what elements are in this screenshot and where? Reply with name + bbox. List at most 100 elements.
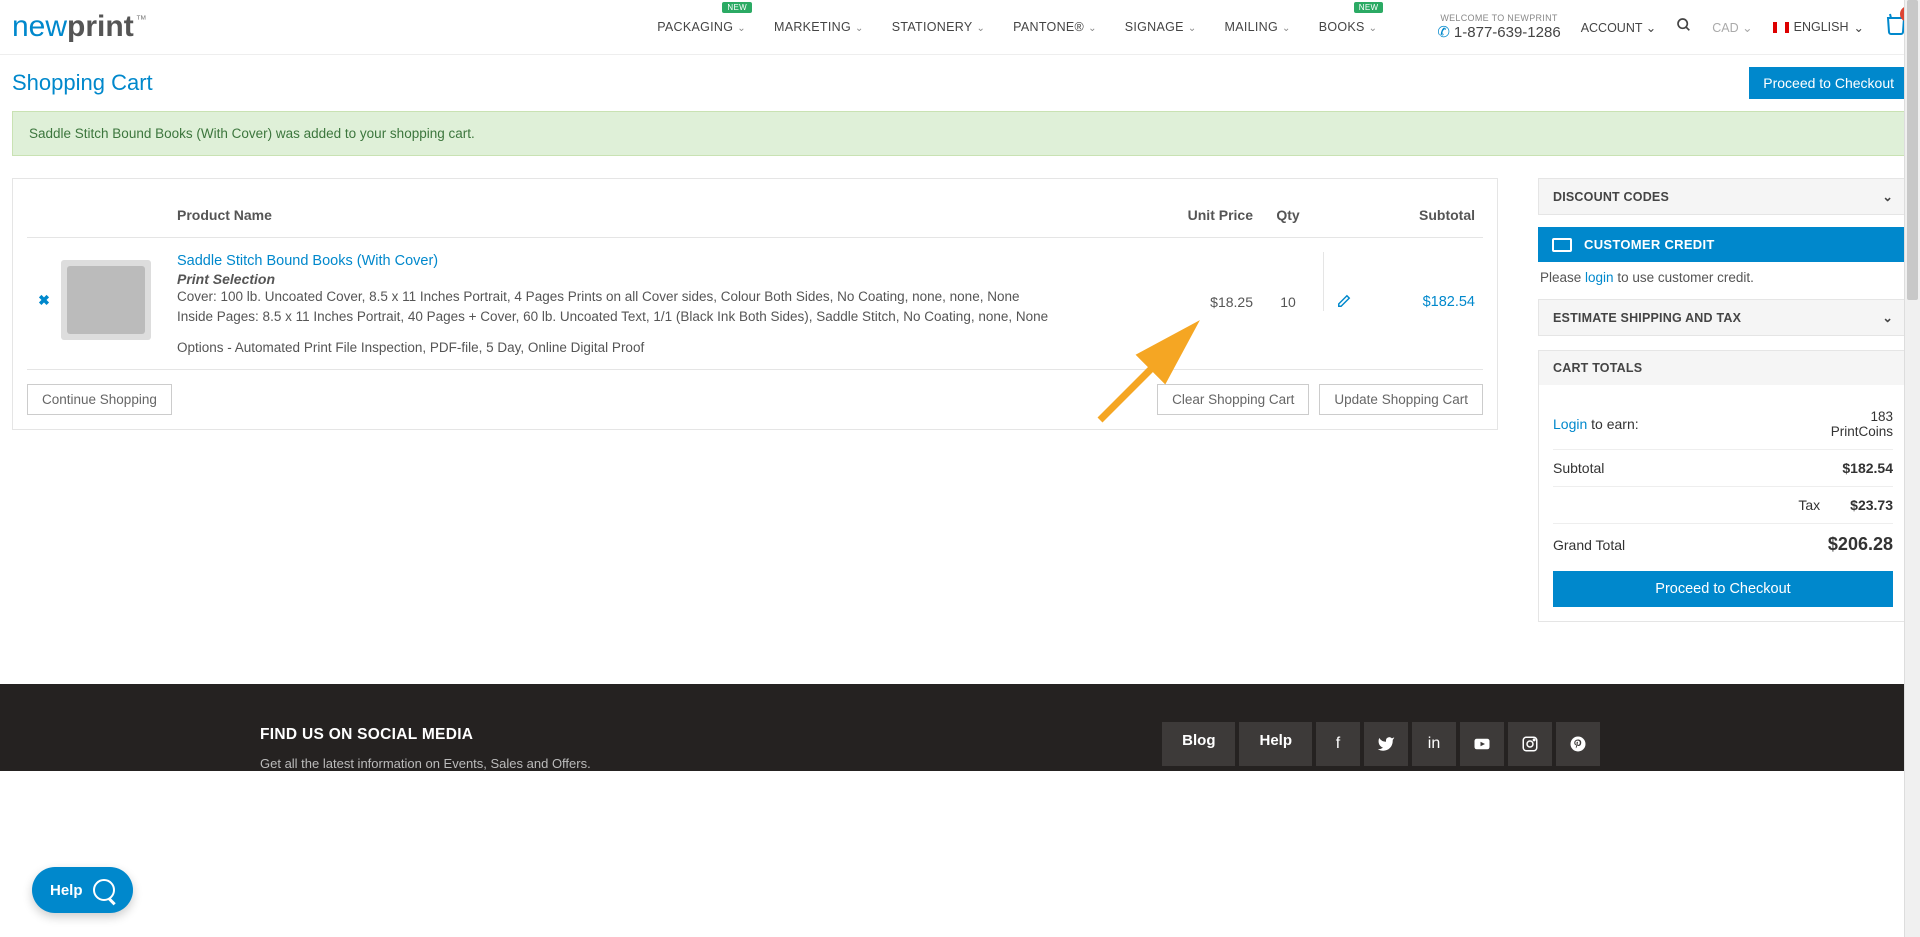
logo-new: new [12, 10, 67, 44]
chevron-down-icon: ⌄ [1088, 23, 1097, 34]
product-link[interactable]: Saddle Stitch Bound Books (With Cover) [177, 253, 438, 269]
linkedin-icon[interactable]: in [1412, 722, 1456, 766]
chevron-down-icon: ⌄ [1188, 23, 1197, 34]
chevron-down-icon: ⌄ [1882, 310, 1893, 325]
nav-mailing[interactable]: MAILING⌄ [1225, 20, 1291, 34]
proceed-checkout-side-button[interactable]: Proceed to Checkout [1553, 571, 1893, 607]
phone-icon: ✆ [1437, 23, 1450, 41]
unit-price: $18.25 [1173, 252, 1253, 310]
product-thumbnail[interactable] [61, 260, 151, 340]
chevron-down-icon: ⌄ [1742, 21, 1752, 35]
discount-codes-toggle[interactable]: DISCOUNT CODES ⌄ [1539, 179, 1907, 214]
phone-block[interactable]: WELCOME TO NEWPRINT ✆1-877-639-1286 [1437, 13, 1560, 41]
continue-shopping-button[interactable]: Continue Shopping [27, 384, 172, 415]
search-chat-icon [93, 879, 115, 901]
logo-tm: ™ [136, 14, 147, 26]
nav-packaging[interactable]: NEWPACKAGING⌄ [657, 20, 746, 34]
cart-row: ✖ Saddle Stitch Bound Books (With Cover)… [27, 238, 1483, 370]
vertical-scrollbar[interactable] [1904, 0, 1920, 937]
welcome-text: WELCOME TO NEWPRINT [1437, 13, 1560, 23]
totals-row-tax: Tax $23.73 [1553, 487, 1893, 524]
col-head-qty: Qty [1253, 207, 1323, 223]
logo[interactable]: new print ™ [12, 10, 147, 44]
cart-totals-head: CART TOTALS [1539, 351, 1907, 385]
account-menu[interactable]: ACCOUNT ⌄ [1581, 20, 1657, 35]
footer-blog-link[interactable]: Blog [1162, 722, 1235, 766]
canada-flag-icon [1773, 22, 1789, 33]
totals-row-subtotal: Subtotal $182.54 [1553, 450, 1893, 487]
product-image-cell [61, 252, 177, 340]
col-head-price: Unit Price [1173, 207, 1253, 223]
nav-books[interactable]: NEWBOOKS⌄ [1319, 20, 1378, 34]
cover-line: Cover: 100 lb. Uncoated Cover, 8.5 x 11 … [177, 287, 1173, 307]
nav-signage[interactable]: SIGNAGE⌄ [1125, 20, 1197, 34]
login-link[interactable]: login [1585, 270, 1614, 285]
instagram-icon[interactable] [1508, 722, 1552, 766]
update-cart-button[interactable]: Update Shopping Cart [1319, 384, 1483, 415]
remove-item-button[interactable]: ✖ [27, 252, 61, 309]
page-title: Shopping Cart [12, 70, 153, 96]
footer-links: Blog Help f in [1162, 722, 1600, 766]
page-head: Shopping Cart Proceed to Checkout [12, 67, 1908, 99]
chevron-down-icon: ⌄ [1369, 23, 1378, 34]
badge-new: NEW [1354, 2, 1384, 13]
header-right: WELCOME TO NEWPRINT ✆1-877-639-1286 ACCO… [1437, 12, 1908, 42]
chevron-down-icon: ⌄ [1646, 21, 1656, 35]
layout: Product Name Unit Price Qty Subtotal ✖ S… [12, 178, 1908, 622]
site-header: new print ™ NEWPACKAGING⌄ MARKETING⌄ STA… [0, 0, 1920, 55]
nav-pantone[interactable]: PANTONE®⌄ [1013, 20, 1097, 34]
help-chat-bubble[interactable]: Help [32, 867, 133, 913]
chevron-down-icon: ⌄ [976, 23, 985, 34]
footer-help-link[interactable]: Help [1239, 722, 1312, 766]
discount-codes-block: DISCOUNT CODES ⌄ [1538, 178, 1908, 215]
badge-new: NEW [722, 2, 752, 13]
search-icon[interactable] [1676, 17, 1692, 37]
print-selection-label: Print Selection [177, 271, 1173, 287]
action-spacer [182, 384, 1147, 415]
login-note: Please login to use customer credit. [1538, 270, 1908, 285]
cart-table-head: Product Name Unit Price Qty Subtotal [27, 199, 1483, 238]
col-head-name: Product Name [177, 207, 1173, 223]
col-head-edit [1323, 207, 1363, 223]
youtube-icon[interactable] [1460, 722, 1504, 766]
product-details: Saddle Stitch Bound Books (With Cover) P… [177, 252, 1173, 355]
estimate-shipping-block: ESTIMATE SHIPPING AND TAX ⌄ [1538, 299, 1908, 336]
credit-card-icon [1552, 238, 1572, 252]
cart-main: Product Name Unit Price Qty Subtotal ✖ S… [12, 178, 1498, 430]
pencil-icon [1337, 294, 1351, 308]
phone-number: ✆1-877-639-1286 [1437, 23, 1560, 41]
printcoins: 183PrintCoins [1831, 409, 1893, 439]
customer-credit-header[interactable]: CUSTOMER CREDIT [1538, 227, 1908, 262]
cart-table: Product Name Unit Price Qty Subtotal ✖ S… [27, 199, 1483, 370]
pinterest-icon[interactable] [1556, 722, 1600, 766]
qty-value: 10 [1253, 252, 1323, 310]
nav-stationery[interactable]: STATIONERY⌄ [892, 20, 985, 34]
login-link-earn[interactable]: Login [1553, 416, 1587, 432]
currency-selector[interactable]: CAD ⌄ [1712, 20, 1752, 35]
chevron-down-icon: ⌄ [1882, 189, 1893, 204]
clear-cart-button[interactable]: Clear Shopping Cart [1157, 384, 1309, 415]
logo-print: print [67, 10, 134, 44]
estimate-shipping-toggle[interactable]: ESTIMATE SHIPPING AND TAX ⌄ [1539, 300, 1907, 335]
totals-row-grand: Grand Total $206.28 [1553, 524, 1893, 565]
nav-marketing[interactable]: MARKETING⌄ [774, 20, 864, 34]
edit-qty-button[interactable] [1323, 252, 1363, 311]
totals-row-printcoins: Login to earn: 183PrintCoins [1553, 399, 1893, 450]
language-selector[interactable]: ENGLISH ⌄ [1773, 20, 1864, 35]
cart-sidebar: DISCOUNT CODES ⌄ CUSTOMER CREDIT Please … [1538, 178, 1908, 622]
options-line: Options - Automated Print File Inspectio… [177, 340, 1173, 355]
facebook-icon[interactable]: f [1316, 722, 1360, 766]
proceed-checkout-top-button[interactable]: Proceed to Checkout [1749, 67, 1908, 99]
site-footer: FIND US ON SOCIAL MEDIA Get all the late… [0, 684, 1920, 771]
twitter-icon[interactable] [1364, 722, 1408, 766]
chevron-down-icon: ⌄ [737, 23, 746, 34]
scrollbar-thumb[interactable] [1907, 0, 1918, 300]
col-head-sub: Subtotal [1363, 207, 1483, 223]
page-container: Shopping Cart Proceed to Checkout Saddle… [0, 55, 1920, 634]
chevron-down-icon: ⌄ [1282, 23, 1291, 34]
login-earn: Login to earn: [1553, 416, 1639, 432]
row-subtotal: $182.54 [1363, 252, 1483, 310]
success-message: Saddle Stitch Bound Books (With Cover) w… [12, 111, 1908, 156]
col-spacer [27, 207, 177, 223]
help-label: Help [50, 882, 83, 899]
